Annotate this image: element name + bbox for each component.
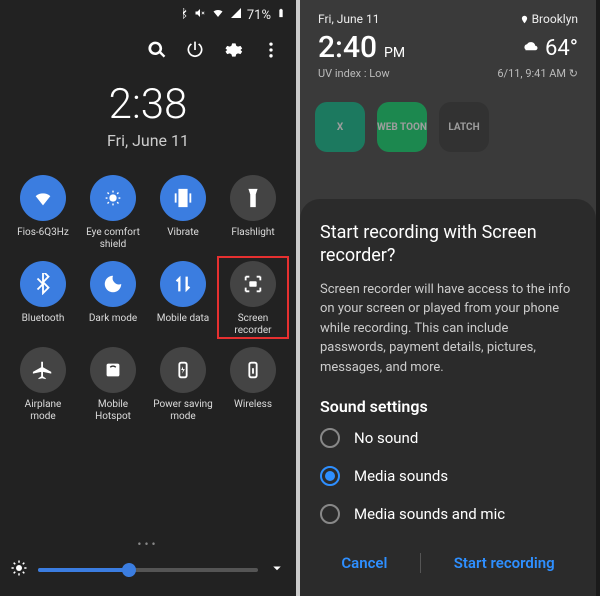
signal-status-icon (230, 7, 242, 23)
wireless-icon[interactable] (230, 347, 276, 393)
dialog-actions: Cancel Start recording (320, 546, 576, 580)
qs-label: Wireless (234, 399, 272, 423)
qs-tile-screen-recorder[interactable]: Screen recorder (222, 261, 284, 337)
radio-button[interactable] (320, 504, 340, 524)
wifi-status-icon (211, 7, 225, 23)
dialog-body: Screen recorder will have access to the … (320, 280, 576, 378)
qs-tile-mobile-data[interactable]: Mobile data (152, 261, 214, 337)
bluetooth-icon[interactable] (20, 261, 66, 307)
qs-tile-hotspot[interactable]: Mobile Hotspot (82, 347, 144, 423)
qs-tile-wireless[interactable]: Wireless (222, 347, 284, 423)
clock-date: Fri, June 11 (0, 131, 296, 150)
chevron-down-icon[interactable] (268, 559, 286, 581)
status-bar: 71% (0, 0, 296, 30)
radio-label: No sound (354, 429, 418, 447)
quick-settings-grid: Fios-6Q3Hz Eye comfort shield Vibrate Flash… (0, 150, 296, 433)
status-ampm: PM (384, 45, 405, 61)
more-icon[interactable] (261, 40, 281, 60)
qs-label: Mobile Hotspot (82, 399, 144, 423)
app-row: XWEB TOONLATCH (300, 92, 596, 162)
qs-tile-airplane[interactable]: Airplane mode (12, 347, 74, 423)
qs-tile-dark-mode[interactable]: Dark mode (82, 261, 144, 337)
uv-text: UV index : Low (318, 67, 390, 80)
screen-recorder-icon[interactable] (230, 261, 276, 307)
sound-option[interactable]: No sound (320, 428, 576, 448)
sound-option[interactable]: Media sounds and mic (320, 504, 576, 524)
status-time: 2:40 (318, 30, 377, 65)
divider (420, 553, 421, 573)
brightness-row (10, 559, 286, 581)
weather-temp: 64° (519, 36, 578, 61)
notification-header: Fri, June 11 Brooklyn 2:40 PM 64° UV ind… (300, 0, 596, 92)
airplane-icon[interactable] (20, 347, 66, 393)
search-icon[interactable] (147, 40, 167, 60)
brightness-slider[interactable] (38, 568, 258, 572)
app-icon[interactable]: X (315, 102, 365, 152)
qs-tile-power-saving[interactable]: Power saving mode (152, 347, 214, 423)
qs-label: Vibrate (167, 227, 199, 251)
status-location: Brooklyn (520, 12, 578, 26)
qs-label: Power saving mode (152, 399, 214, 423)
home-with-dialog-panel: Fri, June 11 Brooklyn 2:40 PM 64° UV ind… (298, 0, 596, 596)
cancel-button[interactable]: Cancel (331, 546, 397, 580)
qs-label: Eye comfort shield (82, 227, 144, 251)
qs-label: Screen recorder (222, 313, 284, 337)
top-bar (0, 30, 296, 60)
start-recording-button[interactable]: Start recording (444, 546, 565, 580)
page-indicator: ••• (0, 537, 296, 551)
qs-label: Bluetooth (22, 313, 65, 337)
radio-label: Media sounds and mic (354, 505, 505, 523)
battery-status-text: 71% (247, 8, 271, 23)
qs-label: Fios-6Q3Hz (17, 227, 69, 251)
radio-button[interactable] (320, 428, 340, 448)
power-saving-icon[interactable] (160, 347, 206, 393)
bluetooth-status-icon (177, 7, 189, 23)
app-icon[interactable]: WEB TOON (377, 102, 427, 152)
power-icon[interactable] (185, 40, 205, 60)
qs-label: Airplane mode (12, 399, 74, 423)
qs-label: Dark mode (89, 313, 137, 337)
hotspot-icon[interactable] (90, 347, 136, 393)
clock-time: 2:38 (0, 80, 296, 129)
radio-label: Media sounds (354, 467, 448, 485)
app-icon[interactable]: LATCH (439, 102, 489, 152)
qs-tile-flashlight[interactable]: Flashlight (222, 175, 284, 251)
qs-label: Flashlight (231, 227, 274, 251)
radio-button[interactable] (320, 466, 340, 486)
qs-tile-eye-comfort[interactable]: Eye comfort shield (82, 175, 144, 251)
eye-comfort-icon[interactable] (90, 175, 136, 221)
clock-widget: 2:38 Fri, June 11 (0, 80, 296, 150)
updated-text: 6/11, 9:41 AM ↻ (497, 67, 578, 80)
status-date: Fri, June 11 (318, 12, 380, 26)
brightness-icon (10, 559, 28, 581)
dark-mode-icon[interactable] (90, 261, 136, 307)
gear-icon[interactable] (223, 40, 243, 60)
wifi-icon[interactable] (20, 175, 66, 221)
qs-tile-wifi[interactable]: Fios-6Q3Hz (12, 175, 74, 251)
mobile-data-icon[interactable] (160, 261, 206, 307)
qs-tile-vibrate[interactable]: Vibrate (152, 175, 214, 251)
battery-status-icon (276, 6, 286, 24)
dialog-title: Start recording with Screen recorder? (320, 221, 576, 268)
qs-label: Mobile data (157, 313, 210, 337)
sound-settings-heading: Sound settings (320, 397, 576, 416)
quick-settings-panel: 71% 2:38 Fri, June 11 Fios-6Q3Hz Eye comf… (0, 0, 298, 596)
vibrate-icon[interactable] (160, 175, 206, 221)
flashlight-icon[interactable] (230, 175, 276, 221)
mute-status-icon (194, 7, 206, 23)
screen-recorder-dialog: Start recording with Screen recorder? Sc… (300, 199, 596, 596)
qs-tile-bluetooth[interactable]: Bluetooth (12, 261, 74, 337)
sound-options: No sound Media sounds Media sounds and mic (320, 428, 576, 524)
sound-option[interactable]: Media sounds (320, 466, 576, 486)
